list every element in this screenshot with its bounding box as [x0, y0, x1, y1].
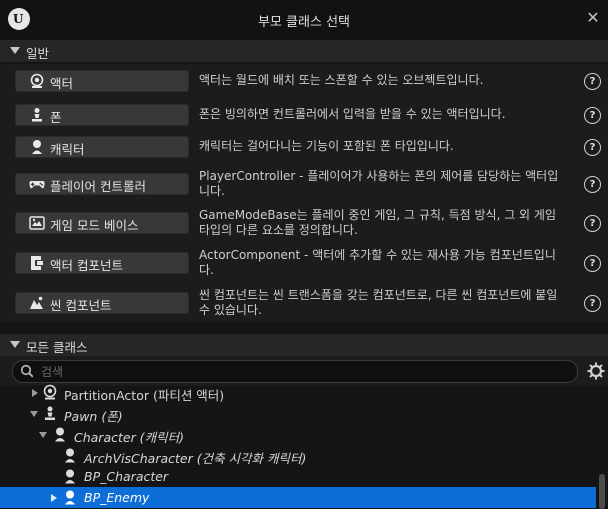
button-label: 게임 모드 베이스 — [50, 218, 139, 233]
player-controller-class-button[interactable]: 플레이어 컨트롤러 — [15, 173, 189, 195]
button-label: 액터 컴포넌트 — [50, 258, 123, 273]
tree-row-bp-enemy[interactable]: BP_Enemy — [0, 487, 596, 508]
actor-component-icon — [31, 256, 43, 270]
help-icon[interactable]: ? — [584, 73, 601, 90]
class-description: 액터는 월드에 배치 또는 스폰할 수 있는 오브젝트입니다. — [199, 73, 484, 87]
character-class-button[interactable]: 캐릭터 — [15, 136, 189, 158]
character-icon — [32, 140, 42, 154]
scrollbar-thumb[interactable] — [599, 474, 605, 509]
settings-gear-icon[interactable] — [587, 362, 605, 380]
search-icon — [20, 364, 34, 378]
tree-item-label: ArchVisCharacter (건축 시각화 캐릭터) — [84, 451, 307, 466]
collapse-arrow-icon[interactable] — [30, 411, 38, 417]
button-label: 플레이어 컨트롤러 — [50, 179, 146, 194]
tree-item-label: BP_Enemy — [84, 490, 150, 505]
scene-component-class-button[interactable]: 씬 컴포넌트 — [15, 292, 189, 314]
help-icon[interactable]: ? — [584, 107, 601, 124]
search-box[interactable] — [12, 360, 578, 383]
pawn-icon — [45, 406, 55, 420]
class-description: ActorComponent - 액터에 추가할 수 있는 재사용 가능 컴포넌… — [199, 248, 556, 277]
section-header-all-classes[interactable]: 모든 클래스 — [0, 334, 608, 356]
tree-item-label: Pawn (폰) — [64, 409, 123, 424]
character-icon — [65, 469, 75, 484]
section-title: 일반 — [26, 46, 50, 61]
tree-row-character[interactable]: Character (캐릭터) — [0, 424, 596, 445]
expand-arrow-icon[interactable] — [51, 494, 57, 502]
game-mode-class-button[interactable]: 게임 모드 베이스 — [15, 212, 189, 234]
button-label: 액터 — [50, 76, 74, 91]
close-icon[interactable]: ✕ — [584, 9, 602, 27]
help-icon[interactable]: ? — [584, 255, 601, 272]
gamepad-icon — [29, 181, 45, 189]
section-header-common[interactable]: 일반 — [0, 40, 608, 62]
class-description: 캐릭터는 걸어다니는 기능이 포함된 폰 타입입니다. — [199, 139, 454, 153]
actor-icon — [43, 384, 57, 400]
tree-row-pawn[interactable]: Pawn (폰) — [0, 403, 596, 424]
character-icon — [65, 448, 75, 463]
class-description: 씬 컴포넌트는 씬 트랜스폼을 갖는 컴포넌트로, 다른 씬 컴포넌트에 붙일 … — [199, 288, 558, 317]
class-description: GameModeBase는 플레이 중인 게임, 그 규칙, 득점 방식, 그 … — [199, 208, 556, 237]
tree-item-label: Character (캐릭터) — [74, 430, 184, 445]
button-label: 캐릭터 — [50, 142, 85, 157]
common-classes-panel: 액터 액터는 월드에 배치 또는 스폰할 수 있는 오브젝트입니다. ? 폰 폰… — [0, 64, 608, 322]
search-input[interactable] — [39, 363, 563, 381]
section-title: 모든 클래스 — [26, 340, 88, 355]
help-icon[interactable]: ? — [584, 176, 601, 193]
help-icon[interactable]: ? — [584, 215, 601, 232]
actor-icon — [30, 73, 44, 88]
character-icon — [55, 427, 65, 442]
title-bar: U 부모 클래스 선택 ✕ — [0, 0, 608, 40]
game-mode-icon — [29, 216, 45, 230]
tree-row-archvis-character[interactable]: ArchVisCharacter (건축 시각화 캐릭터) — [0, 445, 596, 466]
character-icon — [65, 490, 75, 505]
button-label: 폰 — [50, 110, 62, 125]
class-description: PlayerController - 플레이어가 사용하는 폰의 제어를 담당하… — [199, 169, 559, 198]
tree-row-partition-actor[interactable]: PartitionActor (파티션 액터) — [0, 382, 596, 403]
window-title: 부모 클래스 선택 — [258, 15, 350, 30]
tree-item-label: BP_Character — [84, 469, 169, 484]
help-icon[interactable]: ? — [584, 295, 601, 312]
class-description: 폰은 빙의하면 컨트롤러에서 입력을 받을 수 있는 액터입니다. — [199, 107, 506, 121]
help-icon[interactable]: ? — [584, 139, 601, 156]
actor-component-class-button[interactable]: 액터 컴포넌트 — [15, 252, 189, 274]
collapse-arrow-icon[interactable] — [39, 432, 47, 438]
expand-arrow-icon[interactable] — [32, 389, 38, 397]
scene-component-icon — [30, 296, 43, 309]
button-label: 씬 컴포넌트 — [50, 298, 112, 313]
collapse-arrow-icon — [10, 47, 20, 54]
actor-class-button[interactable]: 액터 — [15, 70, 189, 92]
class-tree: PartitionActor (파티션 액터) Pawn (폰) Charact… — [0, 384, 608, 509]
tree-item-label: PartitionActor (파티션 액터) — [64, 388, 225, 403]
pawn-class-button[interactable]: 폰 — [15, 104, 189, 126]
collapse-arrow-icon — [10, 341, 20, 348]
pawn-icon — [32, 108, 42, 122]
tree-row-bp-character[interactable]: BP_Character — [0, 466, 596, 487]
